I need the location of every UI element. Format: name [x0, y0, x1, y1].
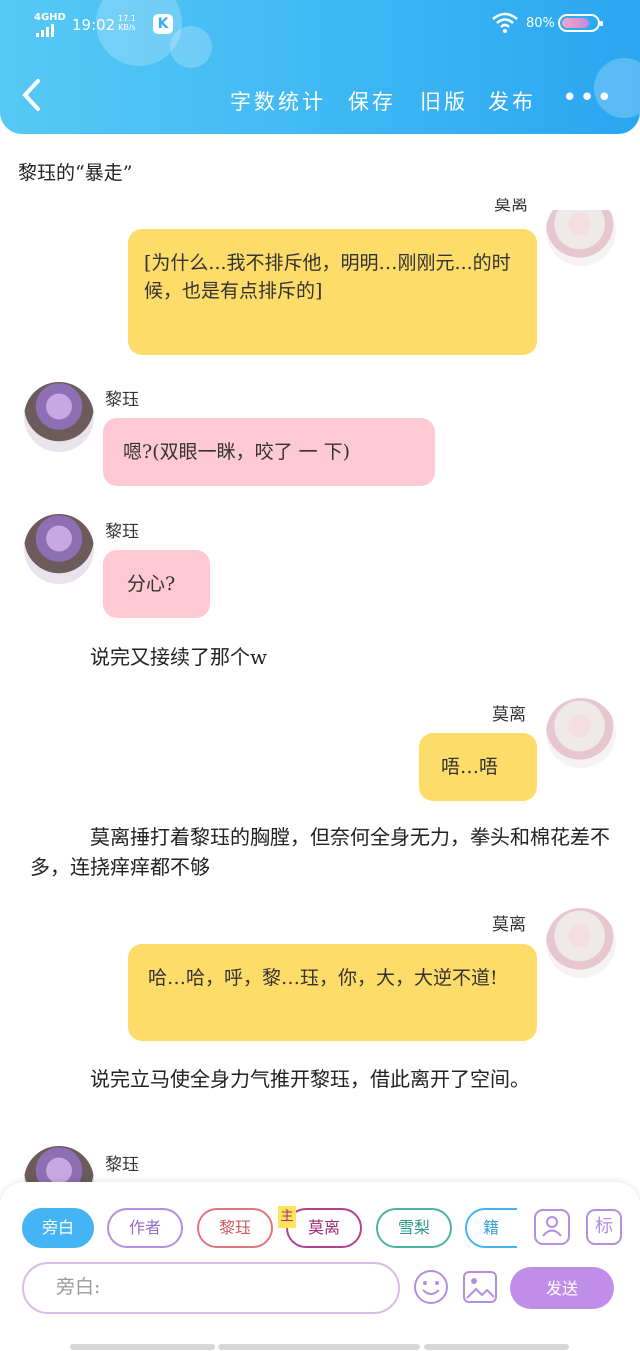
avatar[interactable] [546, 210, 616, 266]
battery-icon [558, 14, 603, 32]
speaker-name: 黎珏 [105, 522, 139, 542]
save-button[interactable]: 保存 [348, 86, 396, 116]
role-chip-narrator[interactable]: 旁白 [22, 1208, 94, 1248]
more-options-icon[interactable]: ••• [562, 84, 612, 112]
speaker-name: 黎珏 [105, 390, 139, 410]
speaker-name: 莫离 [494, 198, 528, 212]
battery-fill [562, 18, 590, 28]
speaker-name: 莫离 [492, 915, 526, 935]
avatar[interactable] [24, 514, 94, 584]
person-icon [542, 1216, 562, 1237]
role-chip-lijue[interactable]: 黎珏 [197, 1208, 273, 1248]
avatar[interactable] [546, 908, 616, 978]
gesture-bar [70, 1344, 215, 1350]
message-input[interactable] [54, 1275, 388, 1299]
role-chip-more[interactable]: 籍 [465, 1208, 517, 1248]
gesture-bar [424, 1344, 569, 1350]
chapter-title: 黎珏的“暴走” [18, 162, 133, 184]
main-role-badge: 主 [278, 1206, 296, 1228]
avatar[interactable] [24, 382, 94, 452]
message-bubble[interactable]: 唔…唔 [419, 733, 537, 801]
message-bubble[interactable]: [为什么...我不排斥他，明明…刚刚元...的时候，也是有点排斥的] [128, 229, 537, 355]
speaker-name: 黎珏 [105, 1155, 139, 1175]
status-bar: 4GHD 19:02 17.1 KB/s K 80% [0, 10, 640, 42]
speaker-name: 莫离 [492, 705, 526, 725]
narration-text[interactable]: 说完又接续了那个w [90, 642, 267, 672]
gesture-bar [218, 1344, 420, 1350]
speed-value: 17.1 [118, 14, 136, 23]
send-button[interactable]: 发送 [510, 1267, 614, 1309]
role-chip-clip: 籍 [465, 1208, 517, 1248]
message-bubble[interactable]: 哈…哈，呼，黎…珏，你，大，大逆不道! [128, 944, 537, 1041]
role-chip-author[interactable]: 作者 [107, 1208, 183, 1248]
app-notification-icon: K [153, 14, 173, 34]
message-input-box[interactable] [22, 1262, 400, 1314]
narration-text[interactable]: 说完立马使全身力气推开黎珏，借此离开了空间。 [30, 1064, 600, 1094]
network-type: 4GHD [34, 12, 66, 23]
narration-text[interactable]: 莫离捶打着黎珏的胸膛，但奈何全身无力，拳头和棉花差不多，连挠痒痒都不够 [30, 822, 610, 882]
message-bubble[interactable]: 嗯?(双眼一眯，咬了 一 下) [103, 418, 435, 486]
battery-percent: 80% [526, 16, 555, 31]
image-icon[interactable] [461, 1268, 499, 1306]
wifi-icon [492, 12, 518, 38]
editor-toolbar: 字数统计 保存 旧版 发布 [0, 86, 640, 116]
tag-button[interactable]: 标 [586, 1209, 622, 1245]
message-bubble[interactable]: 分心? [103, 550, 210, 618]
role-chip-xueli[interactable]: 雪梨 [376, 1208, 452, 1248]
contacts-icon[interactable] [534, 1209, 570, 1245]
clock: 19:02 [72, 16, 116, 34]
word-count-button[interactable]: 字数统计 [230, 86, 326, 116]
app-header: 4GHD 19:02 17.1 KB/s K 80% 字数统计 保存 旧版 发布… [0, 0, 640, 134]
speed-unit: KB/s [118, 23, 136, 32]
publish-button[interactable]: 发布 [488, 86, 536, 116]
network-speed: 17.1 KB/s [118, 14, 136, 32]
role-chip-moli[interactable]: 莫离 [286, 1208, 362, 1248]
signal-icon [36, 24, 54, 37]
emoji-icon[interactable] [412, 1268, 450, 1306]
old-version-button[interactable]: 旧版 [420, 86, 468, 116]
avatar[interactable] [546, 698, 616, 768]
